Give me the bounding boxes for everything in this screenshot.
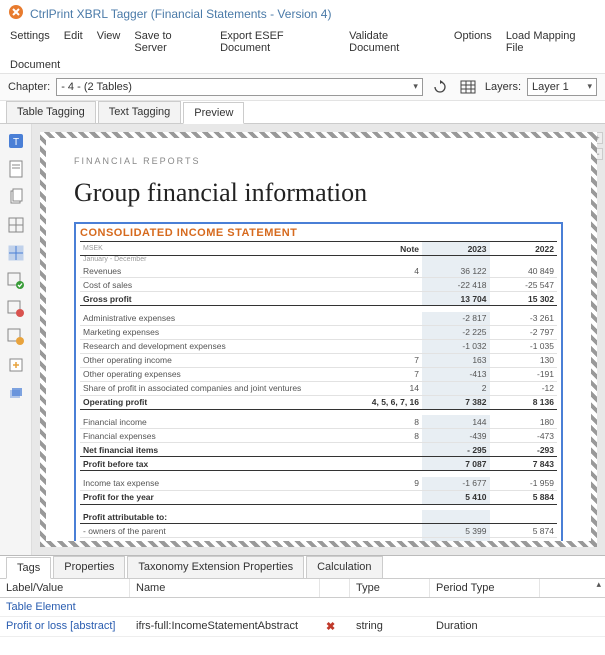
currency-label: MSEK	[80, 242, 357, 256]
table-row: Profit for the year5 4105 884	[80, 490, 557, 504]
menu-export-esef[interactable]: Export ESEF Document	[220, 30, 335, 54]
tab-preview[interactable]: Preview	[183, 102, 244, 124]
col-2022: 2022	[490, 242, 558, 256]
vtool-export-icon[interactable]	[5, 354, 27, 376]
refresh-icon[interactable]	[429, 77, 451, 97]
grid-rows: Table Element Profit or loss [abstract] …	[0, 598, 605, 655]
vtool-grid-blue-icon[interactable]	[5, 242, 27, 264]
menu-load-mapping[interactable]: Load Mapping File	[506, 30, 595, 54]
menu-edit[interactable]: Edit	[64, 30, 83, 54]
row-profit-abstract-period: Duration	[430, 617, 540, 636]
vtool-doc-icon[interactable]	[5, 158, 27, 180]
vtool-tag-icon[interactable]: T	[5, 130, 27, 152]
collapse-icon[interactable]: ▴	[596, 579, 601, 590]
col-label-value[interactable]: Label/Value	[0, 579, 130, 597]
menu-options[interactable]: Options	[454, 30, 492, 54]
window-title-bar: CtrlPrint XBRL Tagger (Financial Stateme…	[0, 0, 605, 27]
svg-text:T: T	[12, 137, 18, 148]
remove-tag-icon[interactable]: ✖	[320, 617, 350, 636]
bottom-tabs: Tags Properties Taxonomy Extension Prope…	[0, 556, 605, 579]
menu-bar: Settings Edit View Save to Server Export…	[0, 27, 605, 57]
table-row: Net financial items- 295-293	[80, 443, 557, 457]
window-title: CtrlPrint XBRL Tagger (Financial Stateme…	[30, 7, 331, 21]
btab-properties[interactable]: Properties	[53, 556, 125, 578]
tagged-table-highlight[interactable]: CONSOLIDATED INCOME STATEMENT January - …	[74, 222, 563, 547]
table-row: Share of profit in associated companies …	[80, 381, 557, 395]
table-row: Other operating income7163130	[80, 353, 557, 367]
btab-calculation[interactable]: Calculation	[306, 556, 382, 578]
table-row: Cost of sales-22 418-25 547	[80, 278, 557, 292]
tab-text-tagging[interactable]: Text Tagging	[98, 101, 182, 123]
vertical-toolbar: T	[0, 124, 32, 555]
row-table-element[interactable]: Table Element	[0, 598, 130, 616]
top-tabs: Table Tagging Text Tagging Preview	[0, 101, 605, 124]
row-profit-abstract-type: string	[350, 617, 430, 636]
vtool-grid-star-icon[interactable]	[5, 326, 27, 348]
table-row: Revenues436 12240 849	[80, 264, 557, 278]
menu-save-to-server[interactable]: Save to Server	[134, 30, 206, 54]
preview-area: + − FINANCIAL REPORTS Group financial in…	[32, 124, 605, 555]
bottom-panel: Tags Properties Taxonomy Extension Prope…	[0, 555, 605, 655]
btab-taxonomy[interactable]: Taxonomy Extension Properties	[127, 556, 304, 578]
table-row[interactable]: Table Element	[0, 598, 605, 617]
table-row: Income tax expense9-1 677-1 959	[80, 477, 557, 491]
vtool-layers-icon[interactable]	[5, 382, 27, 404]
table-row: Marketing expenses-2 225-2 797	[80, 325, 557, 339]
table-row: Gross profit13 70415 302	[80, 292, 557, 306]
section1-title: CONSOLIDATED INCOME STATEMENT	[80, 227, 557, 239]
chapter-label: Chapter:	[8, 81, 50, 93]
col-name[interactable]: Name	[130, 579, 320, 597]
col-note: Note	[357, 242, 422, 256]
table-row: Profit before tax7 0877 843	[80, 457, 557, 471]
document-page[interactable]: FINANCIAL REPORTS Group financial inform…	[40, 132, 597, 547]
chapter-select[interactable]: - 4 - (2 Tables)	[56, 78, 423, 96]
table-row: Other operating expenses7-413-191	[80, 367, 557, 381]
menu-validate[interactable]: Validate Document	[349, 30, 440, 54]
table-row: Operating profit4, 5, 6, 7, 167 3828 136	[80, 395, 557, 409]
menu-document[interactable]: Document	[0, 57, 605, 73]
table-row: - non-controlling interests1110	[80, 538, 557, 548]
table-icon[interactable]	[457, 77, 479, 97]
btab-tags[interactable]: Tags	[6, 557, 51, 579]
page-title: Group financial information	[74, 178, 563, 208]
menu-settings[interactable]: Settings	[10, 30, 50, 54]
table-row: - owners of the parent5 3995 874	[80, 524, 557, 538]
layers-select[interactable]: Layer 1	[527, 78, 597, 96]
table-row: Financial income8144180	[80, 415, 557, 429]
toolbar: Chapter: - 4 - (2 Tables) Layers: Layer …	[0, 73, 605, 101]
table-row: Profit attributable to:	[80, 510, 557, 524]
col-type[interactable]: Type	[350, 579, 430, 597]
row-profit-abstract-label[interactable]: Profit or loss [abstract]	[0, 617, 130, 636]
page-eyebrow: FINANCIAL REPORTS	[74, 156, 563, 166]
table-row[interactable]: Profit or loss [abstract] ifrs-full:Inco…	[0, 617, 605, 637]
table-row: Research and development expenses-1 032-…	[80, 339, 557, 353]
col-period-type[interactable]: Period Type	[430, 579, 540, 597]
layers-label: Layers:	[485, 81, 521, 93]
income-statement-table: January - December MSEK Note 2023 2022 R…	[80, 241, 557, 547]
table-row: Financial expenses8-439-473	[80, 429, 557, 443]
table-row: Administrative expenses-2 817-3 261	[80, 312, 557, 326]
row-profit-abstract-name: ifrs-full:IncomeStatementAbstract	[130, 617, 320, 636]
vtool-grid-icon[interactable]	[5, 214, 27, 236]
vtool-grid-warn-icon[interactable]	[5, 298, 27, 320]
tab-table-tagging[interactable]: Table Tagging	[6, 101, 96, 123]
vtool-copy-icon[interactable]	[5, 186, 27, 208]
menu-view[interactable]: View	[97, 30, 121, 54]
col-2023: 2023	[422, 242, 489, 256]
app-logo-icon	[8, 4, 24, 23]
vtool-grid-check-icon[interactable]	[5, 270, 27, 292]
grid-header: Label/Value Name Type Period Type ▴	[0, 579, 605, 598]
main-area: T + − FINANCIAL REPORTS Group financial …	[0, 124, 605, 555]
